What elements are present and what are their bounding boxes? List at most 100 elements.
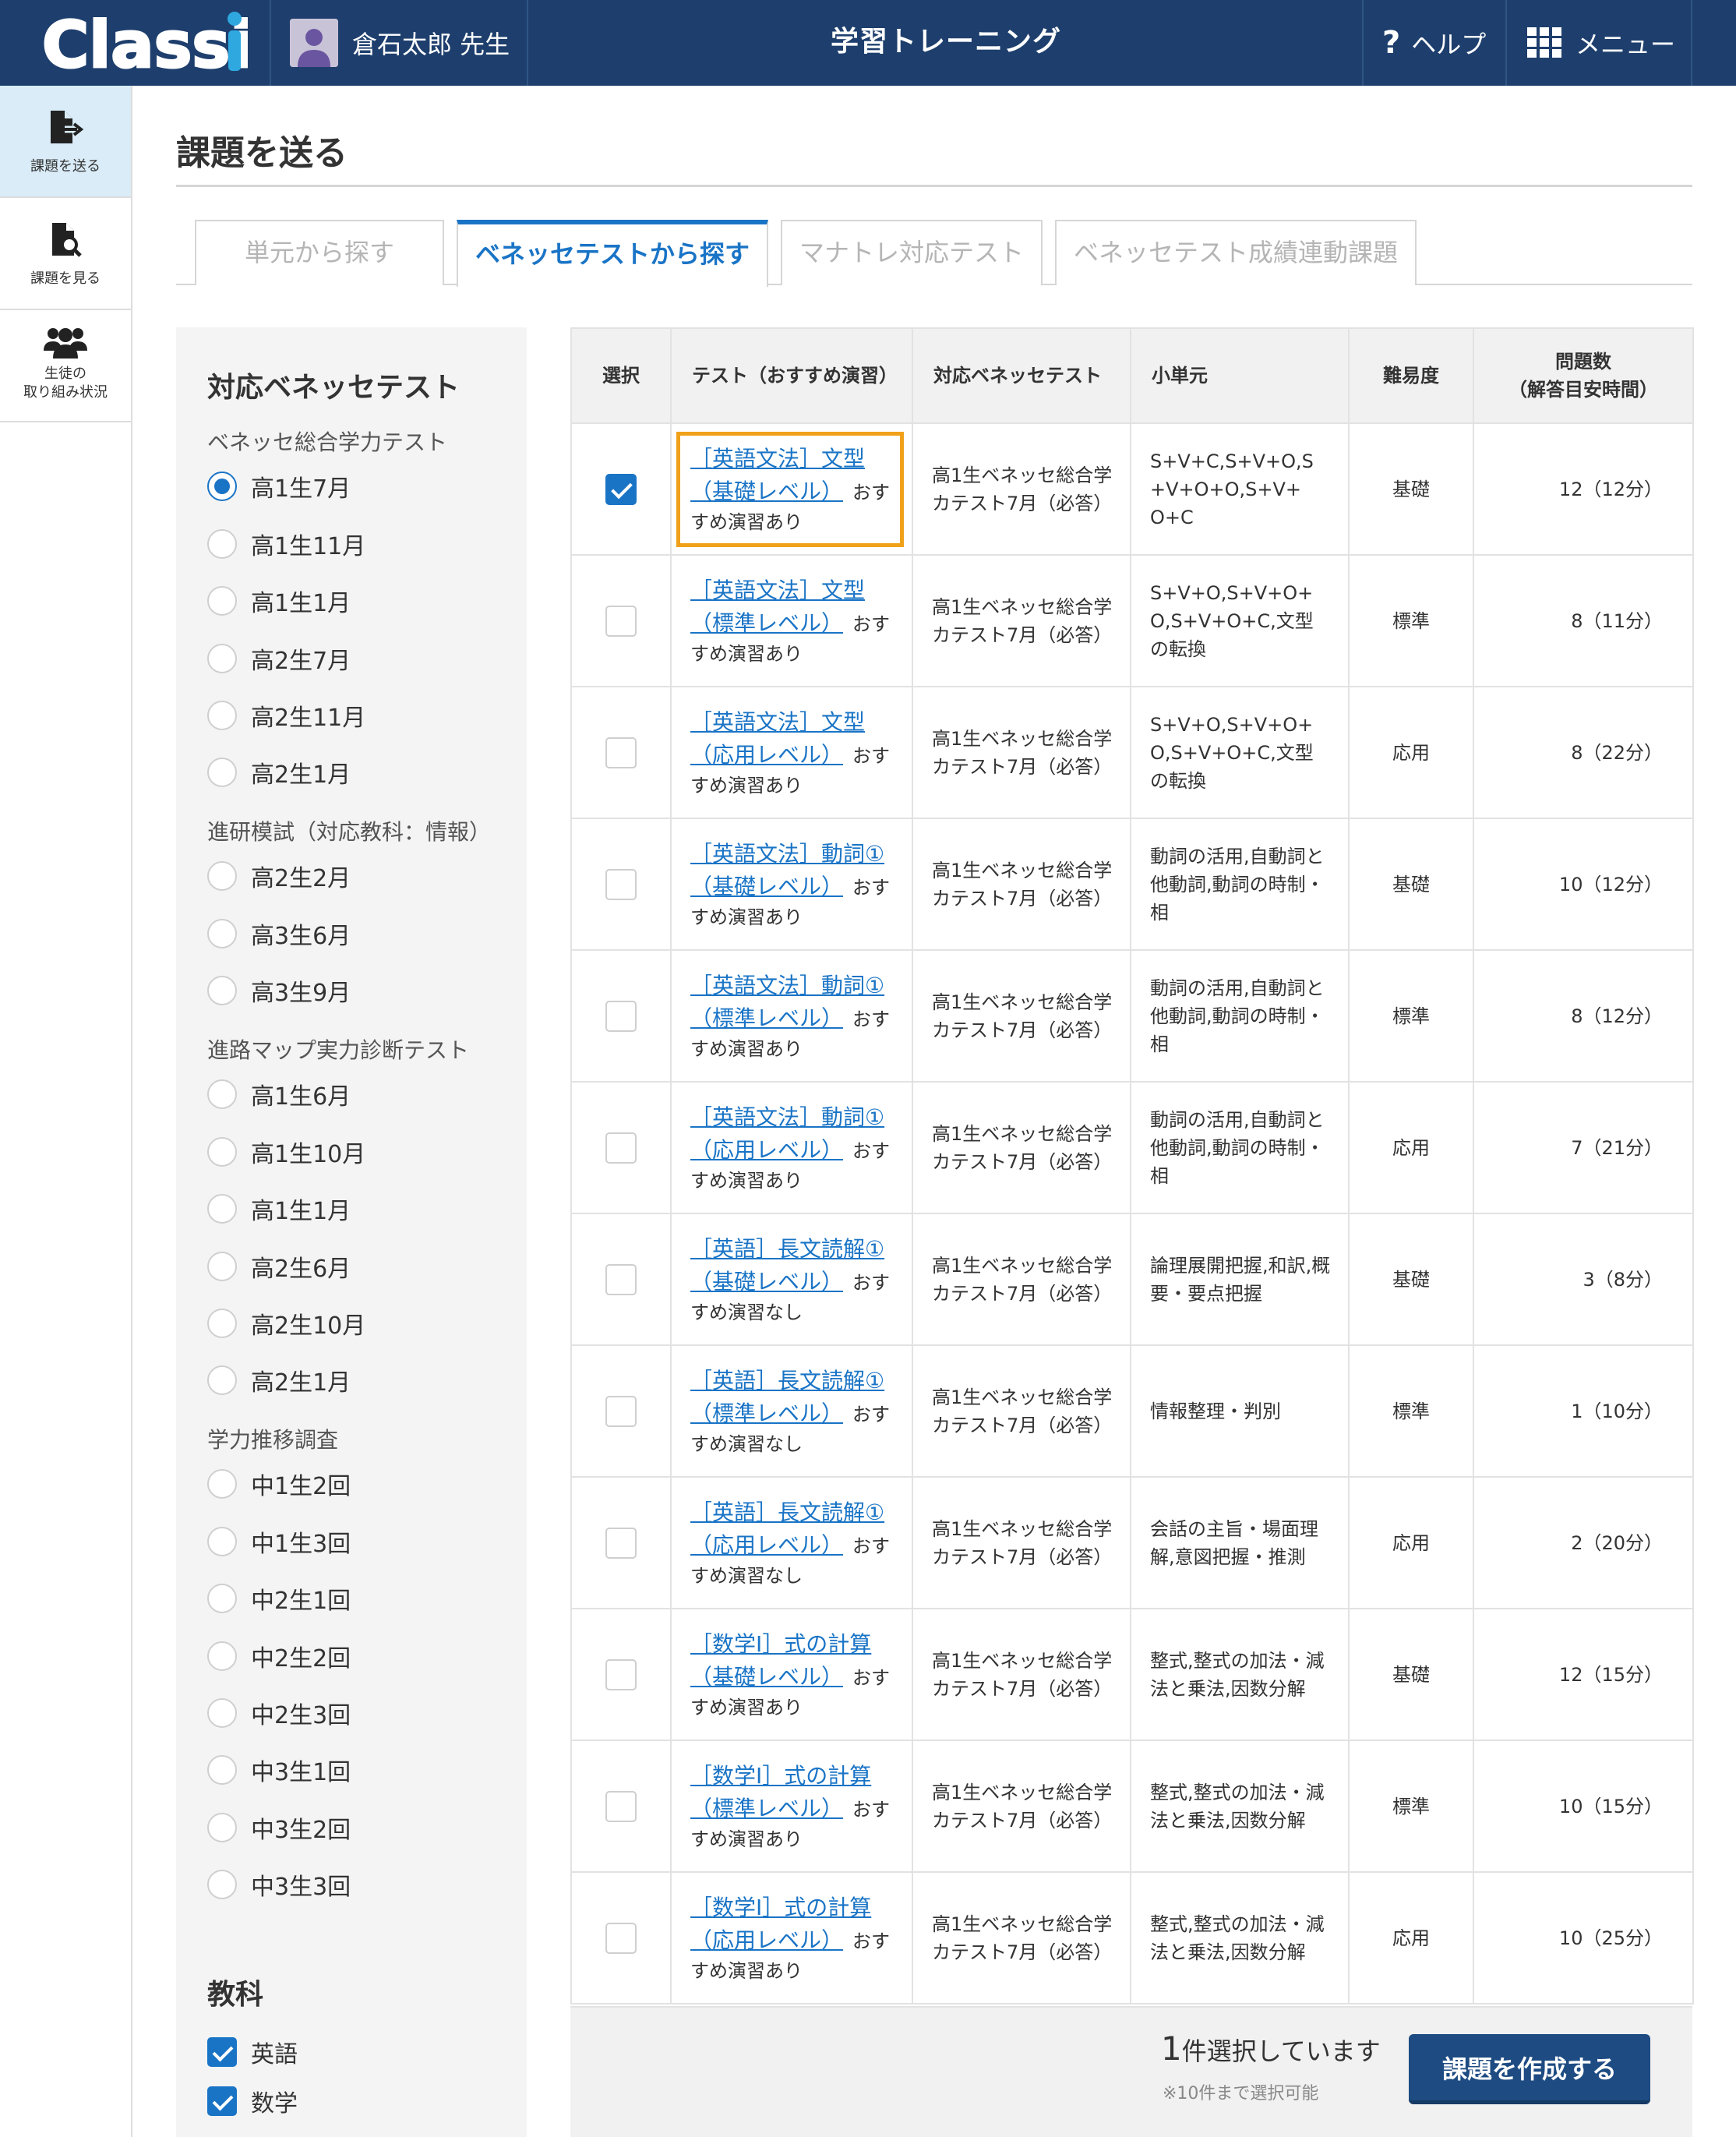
radio-option[interactable]: 高1生10月 xyxy=(207,1135,365,1169)
row-checkbox[interactable] xyxy=(605,736,637,768)
radio-selected-icon xyxy=(207,472,237,501)
tab-manatore[interactable]: マナトレ対応テスト xyxy=(781,220,1043,285)
test-link[interactable]: （応用レベル） xyxy=(690,1927,843,1953)
row-checkbox[interactable] xyxy=(605,473,637,505)
create-assignment-button[interactable]: 課題を作成する xyxy=(1409,2034,1650,2104)
radio-icon xyxy=(207,701,237,730)
row-select-cell xyxy=(570,1608,672,1741)
recommend-note: おす xyxy=(852,876,891,899)
test-link[interactable]: ［英語］長文読解① xyxy=(690,1236,884,1262)
row-checkbox[interactable] xyxy=(605,1922,637,1954)
nav-view-assignment[interactable]: 課題を見る xyxy=(0,198,131,310)
table-header-row: 選択 テスト（おすすめ演習） 対応ベネッセテスト 小単元 難易度 問題数 （解答目… xyxy=(570,327,1694,424)
test-link[interactable]: ［英語文法］動詞① xyxy=(690,841,884,867)
test-link[interactable]: ［英語文法］文型 xyxy=(690,709,865,735)
radio-option[interactable]: 高1生6月 xyxy=(207,1077,351,1111)
user-info[interactable]: 倉石太郎 先生 xyxy=(290,17,510,69)
tab-benesse-search[interactable]: ベネッセテストから探す xyxy=(457,220,768,287)
count-cell: 12（15分） xyxy=(1473,1608,1694,1741)
radio-option[interactable]: 高1生7月 xyxy=(207,469,351,503)
row-checkbox[interactable] xyxy=(605,1527,637,1559)
app-title: 学習トレーニング xyxy=(830,26,1061,58)
row-checkbox[interactable] xyxy=(605,1263,637,1295)
test-link[interactable]: （基礎レベル） xyxy=(690,874,843,899)
nav-label: 取り組み状況 xyxy=(23,384,108,401)
test-link[interactable]: （応用レベル） xyxy=(690,742,843,768)
row-checkbox[interactable] xyxy=(605,1000,637,1032)
radio-option[interactable]: 高2生1月 xyxy=(207,755,351,789)
help-button[interactable]: ? ヘルプ xyxy=(1382,0,1486,86)
count-cell: 10（15分） xyxy=(1473,1740,1694,1873)
subject-checkbox-english[interactable]: 英語 xyxy=(207,2035,298,2069)
count-cell: 7（21分） xyxy=(1473,1081,1694,1214)
radio-option[interactable]: 中3生1回 xyxy=(207,1753,351,1787)
row-checkbox[interactable] xyxy=(605,1790,637,1822)
row-select-cell xyxy=(570,1871,672,2005)
radio-option[interactable]: 高2生7月 xyxy=(207,641,351,676)
radio-option[interactable]: 高2生11月 xyxy=(207,698,365,733)
recommend-note: すめ演習なし xyxy=(690,1301,803,1323)
test-link[interactable]: （標準レベル） xyxy=(690,1796,843,1821)
radio-icon xyxy=(207,1309,237,1338)
subject-checkbox-math[interactable]: 数学 xyxy=(207,2084,298,2118)
radio-option[interactable]: 高1生1月 xyxy=(207,584,351,618)
test-link[interactable]: （応用レベル） xyxy=(690,1532,843,1558)
row-checkbox[interactable] xyxy=(605,1132,637,1164)
row-checkbox[interactable] xyxy=(605,868,637,900)
unit-cell: 整式,整式の加法・減 法と乗法,因数分解 xyxy=(1130,1871,1350,2005)
help-label: ヘルプ xyxy=(1411,30,1487,59)
radio-option[interactable]: 中3生2回 xyxy=(207,1810,351,1845)
radio-option[interactable]: 高2生1月 xyxy=(207,1363,351,1397)
test-link[interactable]: ［英語文法］文型 xyxy=(690,578,865,603)
recommend-note: おす xyxy=(852,744,891,767)
radio-option[interactable]: 中2生3回 xyxy=(207,1696,351,1730)
nav-label: 課題を見る xyxy=(30,270,101,287)
radio-option[interactable]: 中2生1回 xyxy=(207,1581,351,1616)
radio-icon xyxy=(207,1755,237,1785)
row-checkbox[interactable] xyxy=(605,1395,637,1427)
test-link[interactable]: （応用レベル） xyxy=(690,1137,843,1163)
recommend-note: おす xyxy=(852,1930,891,1952)
test-link[interactable]: （標準レベル） xyxy=(690,1005,843,1031)
classi-logo[interactable]: Classi xyxy=(39,5,250,83)
test-link[interactable]: ［英語］長文読解① xyxy=(690,1499,884,1525)
radio-option[interactable]: 中2生2回 xyxy=(207,1639,351,1673)
test-cell: ［英語文法］文型 （基礎レベル） おす すめ演習あり xyxy=(670,422,913,556)
row-checkbox[interactable] xyxy=(605,605,637,637)
unit-cell: S+V+O,S+V+O+ O,S+V+O+C,文型 の転換 xyxy=(1130,686,1350,819)
table-row: ［数学Ⅰ］式の計算 （基礎レベル） おす すめ演習あり 高1生ベネッセ総合学 カテスト7月… xyxy=(570,1608,1694,1741)
count-cell: 2（20分） xyxy=(1473,1476,1694,1609)
nav-student-progress[interactable]: 生徒の 取り組み状況 xyxy=(0,310,131,422)
test-link[interactable]: ［英語］長文読解① xyxy=(690,1368,884,1393)
test-link[interactable]: （標準レベル） xyxy=(690,1401,843,1426)
unit-cell: S+V+O,S+V+O+ O,S+V+O+C,文型 の転換 xyxy=(1130,554,1350,687)
radio-option[interactable]: 高2生10月 xyxy=(207,1306,365,1340)
test-link[interactable]: ［数学Ⅰ］式の計算 xyxy=(690,1895,871,1920)
test-link[interactable]: （基礎レベル） xyxy=(690,1664,843,1690)
menu-button[interactable]: メニュー xyxy=(1527,0,1675,86)
count-cell: 8（22分） xyxy=(1473,686,1694,819)
test-link[interactable]: （標準レベル） xyxy=(690,610,843,636)
row-select-cell xyxy=(570,422,672,556)
test-link[interactable]: ［数学Ⅰ］式の計算 xyxy=(690,1763,871,1789)
radio-option[interactable]: 高3生6月 xyxy=(207,917,351,951)
radio-option[interactable]: 高2生6月 xyxy=(207,1249,351,1284)
test-link[interactable]: （基礎レベル） xyxy=(690,1269,843,1295)
tab-unit-search[interactable]: 単元から探す xyxy=(195,220,444,285)
count-cell: 12（12分） xyxy=(1473,422,1694,556)
radio-option[interactable]: 中1生3回 xyxy=(207,1524,351,1559)
radio-option[interactable]: 高3生9月 xyxy=(207,973,351,1008)
radio-option[interactable]: 中1生2回 xyxy=(207,1467,351,1501)
row-checkbox[interactable] xyxy=(605,1658,637,1690)
radio-option[interactable]: 高2生2月 xyxy=(207,859,351,893)
radio-option[interactable]: 高1生11月 xyxy=(207,527,365,561)
header-divider xyxy=(1505,0,1507,86)
test-link[interactable]: ［数学Ⅰ］式の計算 xyxy=(690,1631,871,1657)
row-select-cell xyxy=(570,818,672,951)
tab-benesse-linked[interactable]: ベネッセテスト成績連動課題 xyxy=(1055,220,1417,285)
test-link[interactable]: ［英語文法］動詞① xyxy=(690,1104,884,1130)
radio-option[interactable]: 中3生3回 xyxy=(207,1867,351,1902)
test-link[interactable]: ［英語文法］動詞① xyxy=(690,973,884,998)
nav-send-assignment[interactable]: 課題を送る xyxy=(0,86,131,198)
radio-option[interactable]: 高1生1月 xyxy=(207,1192,351,1226)
